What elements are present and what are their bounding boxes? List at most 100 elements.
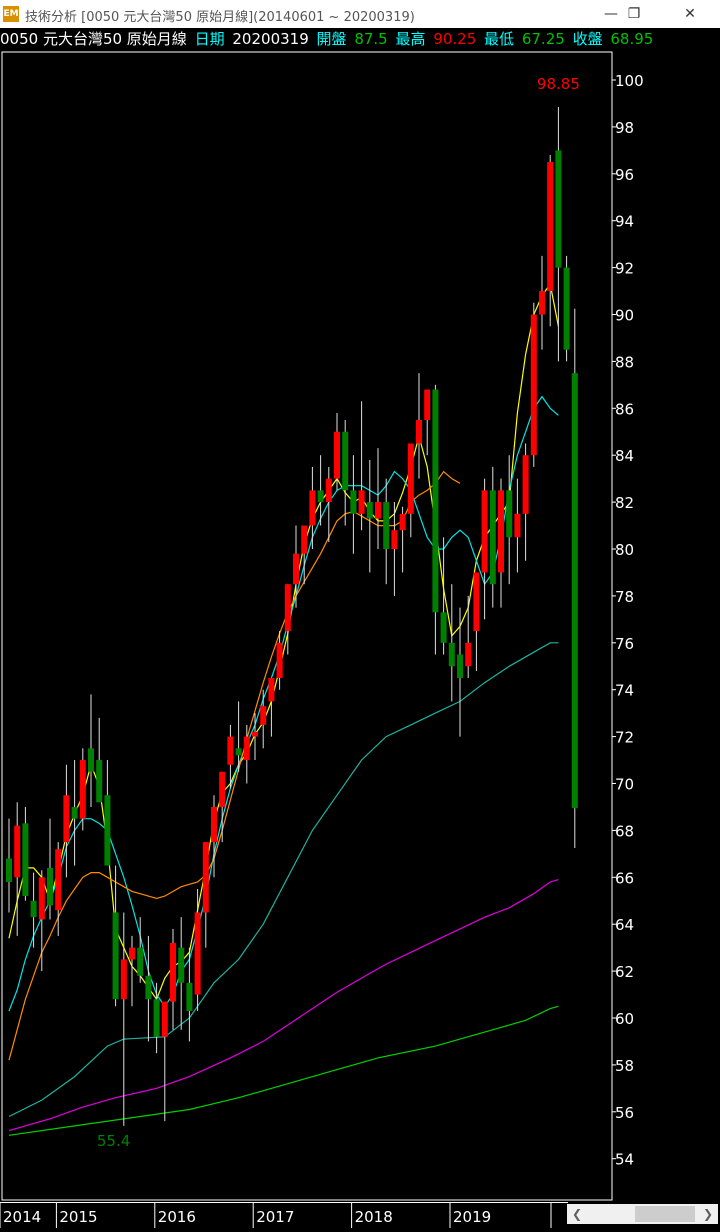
open-value: 87.5 — [354, 30, 388, 48]
candle-body — [514, 513, 521, 538]
price-tick-label: 76 — [615, 635, 634, 653]
candle-body — [522, 455, 529, 514]
candle-body — [391, 530, 398, 549]
price-tick-label: 82 — [615, 494, 634, 512]
symbol-label: 0050 元大台灣50 原始月線 — [0, 30, 187, 48]
candle-body — [96, 760, 103, 803]
price-tick-label: 66 — [615, 869, 634, 887]
candle-body — [276, 642, 283, 678]
candle-body — [6, 858, 12, 882]
quote-info-bar: 0050 元大台灣50 原始月線 日期 20200319 開盤 87.5 最高 … — [0, 28, 720, 50]
candlestick-chart[interactable]: 54 56 58 60 62 64 66 68 70 72 74 76 78 80 82 84 86 88 90 92… — [0, 50, 720, 1202]
candle-body — [55, 849, 62, 911]
high-label: 最高 — [395, 30, 426, 48]
candle-body — [375, 502, 381, 519]
candle-body — [563, 267, 570, 350]
scroll-left-icon[interactable]: ❮ — [567, 1204, 587, 1224]
candle-body — [30, 900, 37, 918]
maximize-button[interactable]: ❐ — [611, 2, 657, 26]
candle-body — [284, 584, 291, 632]
price-tick-label: 62 — [615, 963, 634, 981]
candle-body — [407, 443, 414, 514]
price-tick-label: 78 — [615, 588, 634, 606]
year-label: 2017 — [256, 1208, 294, 1226]
candle-body — [481, 490, 488, 573]
price-tick-label: 94 — [615, 213, 634, 231]
title-bar: EM 技術分析 [0050 元大台灣50 原始月線](20140601 ~ 20… — [0, 0, 720, 28]
price-tick-label: 74 — [615, 682, 634, 700]
min-price-label: 55.4 — [97, 1132, 130, 1150]
candle-body — [219, 771, 226, 807]
year-label: 2015 — [59, 1208, 97, 1226]
candle-body — [350, 490, 357, 514]
candle-body — [448, 642, 455, 667]
price-tick-label: 72 — [615, 729, 634, 747]
candle-body — [47, 867, 53, 906]
price-tick-label: 90 — [615, 307, 634, 325]
candle-body — [457, 654, 463, 678]
candle-body — [14, 825, 21, 878]
candle-body — [161, 1001, 168, 1037]
scroll-thumb[interactable] — [635, 1206, 695, 1222]
candle-body — [539, 291, 545, 315]
candle-body — [178, 947, 185, 983]
close-value: 68.95 — [610, 30, 654, 48]
candle-body — [301, 525, 308, 554]
candle-body — [293, 553, 299, 585]
horizontal-scrollbar[interactable]: ❮ ❯ — [567, 1204, 718, 1224]
candle-body — [235, 748, 242, 756]
price-tick-label: 60 — [615, 1010, 634, 1028]
candle-body — [112, 912, 119, 1000]
candle-body — [186, 982, 193, 1011]
price-tick-label: 84 — [615, 447, 634, 465]
candle-body — [342, 431, 349, 491]
price-tick-label: 70 — [615, 776, 634, 794]
candle-body — [383, 502, 390, 549]
candle-body — [432, 389, 439, 613]
candle-body — [547, 162, 554, 292]
candle-body — [243, 736, 250, 761]
candle-body — [252, 731, 258, 737]
candle-body — [498, 490, 504, 573]
candle-body — [145, 975, 152, 1000]
candle-body — [268, 677, 275, 702]
open-label: 開盤 — [316, 30, 347, 48]
date-value: 20200319 — [232, 30, 309, 48]
candle-body — [440, 612, 447, 643]
candle-body — [555, 150, 562, 268]
candle-body — [22, 823, 29, 897]
price-tick-label: 86 — [615, 400, 634, 418]
candle-body — [399, 513, 406, 531]
candle-body — [79, 760, 86, 819]
candle-body — [137, 947, 144, 976]
candle-body — [202, 842, 209, 913]
price-tick-label: 96 — [615, 166, 634, 184]
price-tick-label: 80 — [615, 541, 634, 559]
max-price-label: 98.85 — [537, 75, 580, 93]
candle-body — [88, 748, 94, 772]
candle-body — [104, 795, 111, 866]
candle-body — [424, 389, 431, 421]
price-tick-label: 54 — [615, 1151, 634, 1169]
date-label: 日期 — [194, 30, 225, 48]
chart-svg[interactable]: 54 56 58 60 62 64 66 68 70 72 74 76 78 80 82 84 86 88 90 92… — [0, 50, 720, 1202]
close-label: 收盤 — [572, 30, 603, 48]
candle-body — [366, 502, 373, 519]
price-tick-label: 92 — [615, 260, 634, 278]
candle-body — [530, 314, 537, 456]
close-button[interactable]: ✕ — [667, 2, 713, 26]
candle-body — [120, 959, 127, 1000]
app-logo-icon: EM — [3, 6, 19, 22]
price-tick-label: 58 — [615, 1057, 634, 1075]
candle-body — [260, 706, 267, 725]
candle-body — [506, 490, 513, 538]
candle-body — [416, 420, 422, 444]
candle-body — [129, 947, 135, 960]
price-tick-label: 100 — [615, 72, 644, 90]
candle-body — [170, 942, 176, 1002]
candle-body — [325, 478, 332, 503]
price-tick-label: 88 — [615, 353, 634, 371]
candle-body — [194, 912, 201, 995]
scroll-right-icon[interactable]: ❯ — [698, 1204, 718, 1224]
candle-body — [227, 736, 234, 765]
